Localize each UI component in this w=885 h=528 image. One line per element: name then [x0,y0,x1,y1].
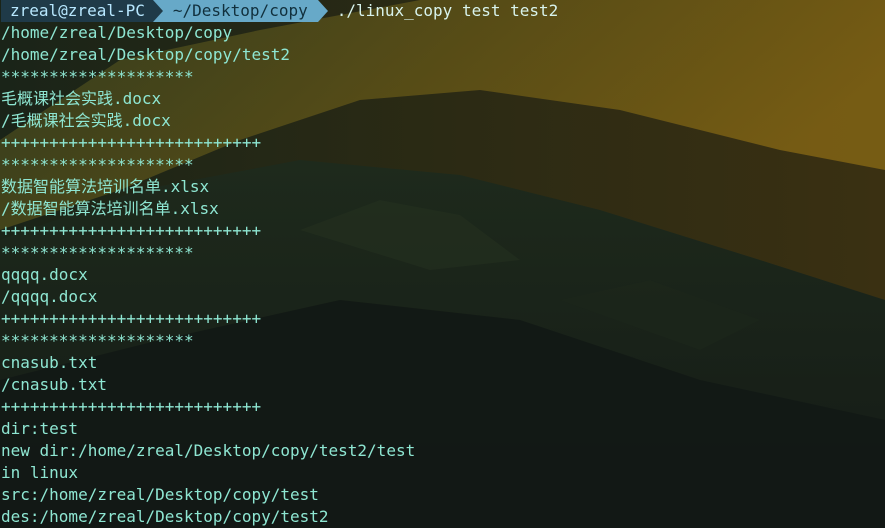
output-line: ******************** [1,67,194,86]
output-line: cnasub.txt [1,353,98,372]
output-line: new dir:/home/zreal/Desktop/copy/test2/t… [1,441,416,460]
output-line: ******************** [1,243,194,262]
output-line: /home/zreal/Desktop/copy [1,23,233,42]
output-line: in linux [1,463,79,482]
prompt-user-host: zreal@zreal-PC [1,0,153,22]
output-line: 数据智能算法培训名单.xlsx [1,177,210,196]
output-line: /数据智能算法培训名单.xlsx [1,199,219,218]
output-line: /毛概课社会实践.docx [1,111,171,130]
output-line: +++++++++++++++++++++++++++ [1,397,262,416]
output-line: ******************** [1,331,194,350]
output-line: +++++++++++++++++++++++++++ [1,309,262,328]
output-line: /cnasub.txt [1,375,107,394]
output-line: /qqqq.docx [1,287,98,306]
entered-command: ./linux_copy test test2 [336,1,559,20]
terminal-window[interactable]: zreal@zreal-PC ~/Desktop/copy ./linux_co… [0,0,885,528]
prompt-current-directory: ~/Desktop/copy [162,0,318,22]
output-line: des:/home/zreal/Desktop/copy/test2 [1,507,329,526]
output-line: src:/home/zreal/Desktop/copy/test [1,485,319,504]
prompt-separator-arrow-icon [152,0,163,22]
shell-prompt: zreal@zreal-PC ~/Desktop/copy ./linux_co… [1,0,885,22]
output-line: +++++++++++++++++++++++++++ [1,133,262,152]
terminal-content[interactable]: zreal@zreal-PC ~/Desktop/copy ./linux_co… [0,0,885,528]
output-line: ******************** [1,155,194,174]
output-line: qqqq.docx [1,265,88,284]
prompt-end-arrow-icon [317,0,328,22]
output-line: dir:test [1,419,79,438]
output-line: /home/zreal/Desktop/copy/test2 [1,45,290,64]
output-line: +++++++++++++++++++++++++++ [1,221,262,240]
output-line: 毛概课社会实践.docx [1,89,162,108]
